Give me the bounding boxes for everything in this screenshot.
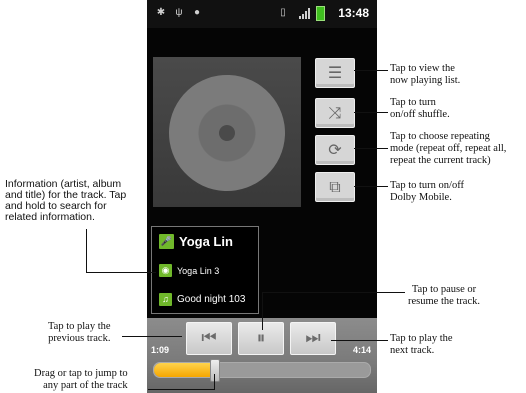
leader-line xyxy=(148,389,215,390)
album-icon: ◉ xyxy=(159,264,172,277)
dolby-icon: ⧉ xyxy=(329,177,341,196)
leader-line xyxy=(262,292,405,293)
leader-line xyxy=(354,186,388,187)
status-time: 13:48 xyxy=(338,6,369,20)
leader-line xyxy=(214,374,215,390)
android-icon: ● xyxy=(193,7,201,18)
callout-repeat: Tap to choose repeating mode (repeat off… xyxy=(390,131,507,166)
leader-line xyxy=(86,229,87,272)
callout-shuffle: Tap to turn on/off shuffle. xyxy=(390,97,450,120)
previous-icon: ⏮ xyxy=(201,328,217,348)
total-time: 4:14 xyxy=(352,345,371,355)
next-button[interactable]: ⏭ xyxy=(290,322,336,355)
seek-bar[interactable] xyxy=(153,359,371,382)
album-name: Yoga Lin 3 xyxy=(177,265,220,276)
seek-progress xyxy=(154,363,215,377)
callout-now-playing: Tap to view the now playing list. xyxy=(390,63,461,86)
battery-icon xyxy=(316,6,325,21)
leader-line xyxy=(122,336,182,337)
status-bar: ✱ ψ ● ▯ 13:48 xyxy=(147,0,377,28)
leader-line xyxy=(354,70,388,71)
track-title: Good night 103 xyxy=(177,294,246,305)
album-art xyxy=(152,57,302,208)
repeat-icon: ⟳ xyxy=(328,140,342,159)
next-icon: ⏭ xyxy=(305,328,321,348)
signal-icon xyxy=(299,8,311,19)
album-row: ◉ Yoga Lin 3 xyxy=(159,264,219,277)
previous-button[interactable]: ⏮ xyxy=(186,322,232,355)
leader-line xyxy=(331,340,388,341)
callout-previous: Tap to play the previous track. xyxy=(48,321,111,344)
leader-line xyxy=(86,272,156,273)
callout-pause: Tap to pause or resume the track. xyxy=(408,284,481,307)
leader-line xyxy=(354,148,388,149)
callout-next: Tap to play the next track. xyxy=(390,333,453,356)
repeat-button[interactable]: ⟳ xyxy=(315,135,355,165)
list-icon: ☰ xyxy=(327,63,343,82)
shuffle-icon: ⤨ xyxy=(328,103,342,122)
artist-row: 🎤 Yoga Lin xyxy=(159,234,233,249)
shuffle-button[interactable]: ⤨ xyxy=(315,98,355,128)
settings-icon: ✱ xyxy=(156,7,166,18)
dolby-button[interactable]: ⧉ xyxy=(315,172,355,202)
pause-icon: ⏸ xyxy=(256,328,266,348)
now-playing-list-button[interactable]: ☰ xyxy=(315,58,355,88)
title-row: ♫ Good night 103 xyxy=(159,293,245,306)
track-info-panel[interactable]: 🎤 Yoga Lin ◉ Yoga Lin 3 ♫ Good night 103 xyxy=(151,226,259,314)
seek-handle[interactable] xyxy=(210,359,221,382)
sim-icon: ▯ xyxy=(280,7,286,18)
usb-icon: ψ xyxy=(175,7,183,18)
callout-seek: Drag or tap to jump to any part of the t… xyxy=(34,368,128,391)
elapsed-time: 1:09 xyxy=(151,345,170,355)
music-player-screen: ✱ ψ ● ▯ 13:48 ☰ ⤨ ⟳ ⧉ 🎤 Yoga Lin ◉ Yoga … xyxy=(147,0,377,393)
music-note-icon: ♫ xyxy=(159,293,172,306)
disc-icon xyxy=(152,58,302,208)
pause-button[interactable]: ⏸ xyxy=(238,322,284,355)
artist-name: Yoga Lin xyxy=(179,234,233,249)
microphone-icon: 🎤 xyxy=(159,234,174,249)
leader-line xyxy=(354,112,388,113)
callout-dolby: Tap to turn on/off Dolby Mobile. xyxy=(390,180,465,203)
callout-track-info: Information (artist, album and title) fo… xyxy=(5,178,127,223)
leader-line xyxy=(262,292,263,330)
